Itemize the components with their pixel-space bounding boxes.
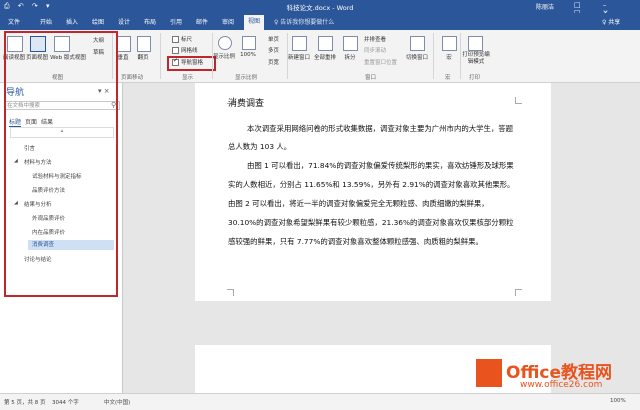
body-line[interactable]: 30.10%的调查对象希望梨鲜果有较少颗粒感，21.36%的调查对象喜欢仅果核部… <box>228 217 513 228</box>
navigation-pane-highlight <box>167 56 216 71</box>
switch-windows-label[interactable]: 切换窗口 <box>403 53 431 61</box>
zoom-group-label: 显示比例 <box>235 75 258 81</box>
page-movement-group-label: 页面移动 <box>121 75 144 81</box>
body-line[interactable]: 由图 1 可以看出，71.84%的调查对象偏爱传统梨形的果实，喜欢纺锤形及球形果 <box>247 160 514 171</box>
synchronous-scrolling-button[interactable]: 同步滚动 <box>364 46 386 54</box>
user-name[interactable]: 陈丽洁 <box>536 2 554 11</box>
macros-group-label: 宏 <box>445 75 451 81</box>
side-to-side-icon[interactable] <box>137 36 151 52</box>
zoom-label[interactable]: 显示比例 <box>211 52 237 60</box>
divider <box>460 33 461 79</box>
zoom-100-icon[interactable] <box>242 36 256 50</box>
tab-file[interactable]: 文件 <box>8 17 20 26</box>
new-window-label[interactable]: 新建窗口 <box>286 53 312 61</box>
document-page[interactable]: 消费调查 本次调查采用网络问卷的形式收集数据，调查对象主要为广州市内的大学生，答… <box>195 83 551 301</box>
arrange-all-label[interactable]: 全部重排 <box>312 53 338 61</box>
margin-mark <box>515 289 522 296</box>
split-icon[interactable] <box>343 36 358 51</box>
tell-me-search[interactable]: ♀ 告诉我你想要做什么 <box>274 17 334 26</box>
page-width-button[interactable]: 页宽 <box>268 58 279 66</box>
title-bar: ⎙ ↶ ↷ ▾ 科技论文.docx - Word 陈丽洁 □ – ☐ ✕ <box>0 0 640 17</box>
ribbon-tabs: 文件 开始 插入 绘图 设计 布局 引用 邮件 审阅 视图 ♀ 告诉我你想要做什… <box>0 13 640 30</box>
window-group-label: 窗口 <box>365 75 377 81</box>
navigation-pane-highlight <box>4 31 118 297</box>
side-to-side-label[interactable]: 翻页 <box>135 53 151 61</box>
split-label[interactable]: 拆分 <box>340 53 360 61</box>
multiple-pages-button[interactable]: 多页 <box>268 46 279 54</box>
body-line[interactable]: 本次调查采用网络问卷的形式收集数据，调查对象主要为广州市内的大学生，答题 <box>247 123 513 134</box>
divider <box>433 33 434 79</box>
reset-window-position-button[interactable]: 重置窗口位置 <box>364 58 397 66</box>
watermark-url: www.office26.com <box>520 380 603 390</box>
body-line[interactable]: 感较强的鲜果，只有 7.77%的调查对象喜欢整体颗粒感强、肉质粗的梨鲜果。 <box>228 236 483 247</box>
page-count[interactable]: 第 5 页，共 8 页 <box>4 398 46 406</box>
tab-home[interactable]: 开始 <box>40 17 52 26</box>
divider <box>160 33 161 79</box>
ruler-label[interactable]: 标尺 <box>181 35 192 43</box>
tab-design[interactable]: 设计 <box>118 17 130 26</box>
margin-mark <box>515 97 522 104</box>
arrange-all-icon[interactable] <box>318 36 333 51</box>
section-heading[interactable]: 消费调查 <box>228 96 264 109</box>
macros-icon[interactable] <box>442 36 457 51</box>
ruler-checkbox[interactable] <box>172 36 179 43</box>
office-logo-icon <box>476 359 502 387</box>
macros-label[interactable]: 宏 <box>440 53 458 61</box>
print-group-label: 打印 <box>469 75 481 81</box>
vertical-icon[interactable] <box>117 36 131 52</box>
margin-mark <box>227 289 234 296</box>
new-window-icon[interactable] <box>292 36 307 51</box>
tab-view[interactable]: 视图 <box>244 15 265 30</box>
tab-mailings[interactable]: 邮件 <box>196 17 208 26</box>
tab-references[interactable]: 引用 <box>170 17 182 26</box>
zoom-magnifier-icon[interactable] <box>218 36 232 50</box>
tab-review[interactable]: 审阅 <box>222 17 234 26</box>
gridlines-checkbox[interactable] <box>172 47 179 54</box>
document-area: 消费调查 本次调查采用网络问卷的形式收集数据，调查对象主要为广州市内的大学生，答… <box>123 83 640 393</box>
switch-windows-icon[interactable] <box>410 36 425 51</box>
gridlines-label[interactable]: 网格线 <box>181 46 198 54</box>
share-button[interactable]: ♀ 共享 <box>602 17 620 26</box>
watermark: Office教程网 www.office26.com <box>476 356 636 402</box>
show-group-label: 显示 <box>182 75 194 81</box>
word-count[interactable]: 3044 个字 <box>52 398 79 406</box>
body-line[interactable]: 由图 2 可以看出，将近一半的调查对象偏爱完全无颗粒感、肉质细嫩的梨鲜果， <box>228 198 489 209</box>
tab-layout[interactable]: 布局 <box>144 17 156 26</box>
language-indicator[interactable]: 中文(中国) <box>104 398 130 406</box>
tab-draw[interactable]: 绘图 <box>92 17 104 26</box>
view-side-by-side-button[interactable]: 并排查看 <box>364 35 386 43</box>
body-line[interactable]: 实的人数相近，分别占 11.65%和 13.59%，另外有 2.91%的调查对象… <box>228 179 514 190</box>
one-page-button[interactable]: 单页 <box>268 35 279 43</box>
print-preview-icon[interactable] <box>468 36 483 51</box>
print-preview-edit-label[interactable]: 打印预览编辑模式 <box>462 52 490 66</box>
tab-insert[interactable]: 插入 <box>66 17 78 26</box>
zoom-100-label[interactable]: 100% <box>238 52 258 58</box>
body-line[interactable]: 总人数为 103 人。 <box>228 141 291 152</box>
